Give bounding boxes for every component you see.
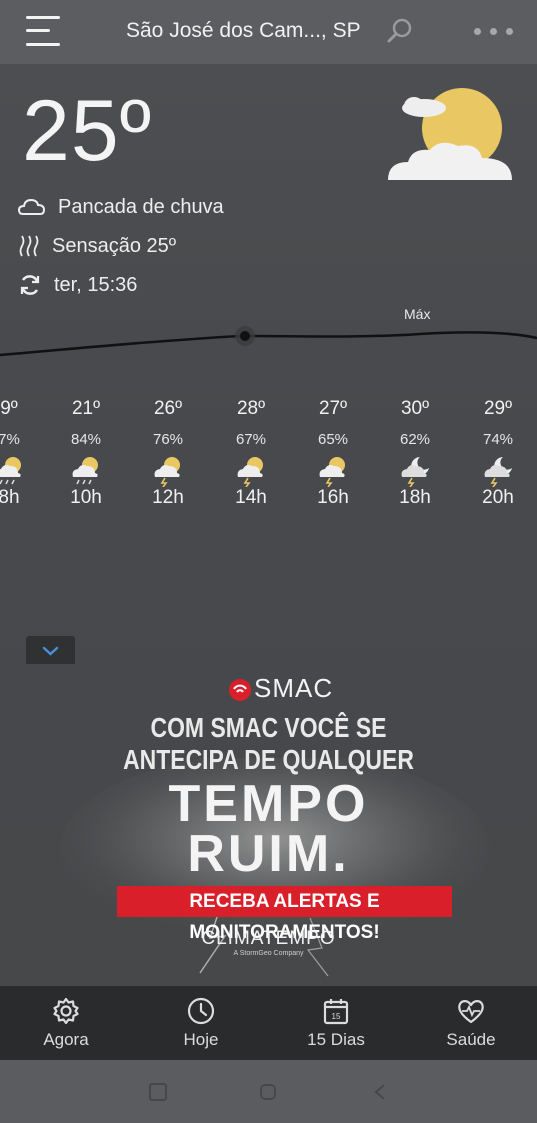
nav-item-hoje[interactable]: Hoje bbox=[151, 986, 251, 1060]
hourly-hour: 8h bbox=[0, 487, 20, 508]
hourly-item[interactable]: 9º 7% 8h bbox=[0, 398, 45, 509]
calendar-badge: 15 bbox=[332, 1012, 341, 1021]
moon-cloud-storm-icon bbox=[401, 457, 429, 487]
refresh-icon[interactable] bbox=[18, 273, 42, 297]
system-nav-bar bbox=[0, 1060, 537, 1123]
feels-like-text: Sensação 25º bbox=[52, 234, 177, 257]
nav-item-saude[interactable]: Saúde bbox=[421, 986, 521, 1060]
nav-item-15-dias[interactable]: 15 15 Dias bbox=[286, 986, 386, 1060]
hourly-temp: 27º bbox=[318, 398, 348, 419]
updated-time: ter, 15:36 bbox=[54, 273, 138, 296]
feels-like-row: Sensação 25º bbox=[18, 234, 176, 258]
ad-brand-name: SMAC bbox=[254, 673, 334, 703]
sun-cloud-storm-icon bbox=[319, 457, 345, 487]
back-icon[interactable] bbox=[368, 1080, 392, 1104]
hourly-item[interactable]: 26º 76% 12h bbox=[132, 398, 204, 509]
hourly-temp: 30º bbox=[400, 398, 430, 419]
city-title[interactable]: São José dos Cam..., SP bbox=[126, 19, 361, 43]
sun-cloud-rain-icon bbox=[72, 457, 98, 485]
nav-label: Saúde bbox=[446, 1030, 496, 1049]
hourly-precip: 67% bbox=[235, 431, 267, 448]
nav-label: Agora bbox=[43, 1030, 89, 1049]
cloud-icon bbox=[18, 198, 46, 215]
hourly-precip: 76% bbox=[152, 431, 184, 448]
partly-cloudy-sun-icon bbox=[388, 88, 512, 180]
expand-button[interactable] bbox=[26, 636, 75, 664]
hourly-hour: 14h bbox=[235, 487, 267, 508]
bottom-navigation: Agora Hoje 15 15 Dias Saúde bbox=[0, 986, 537, 1060]
hourly-precip: 62% bbox=[399, 431, 431, 448]
heart-pulse-icon bbox=[458, 1000, 484, 1024]
condition-text: Pancada de chuva bbox=[58, 195, 224, 218]
clock-icon bbox=[187, 997, 215, 1025]
hourly-temp: 26º bbox=[153, 398, 183, 419]
search-icon[interactable] bbox=[386, 17, 414, 45]
sun-cloud-storm-icon bbox=[154, 457, 180, 487]
ad-headline-2: ANTECIPA DE QUALQUER bbox=[123, 744, 414, 775]
ad-headline-4: RUIM. bbox=[187, 825, 350, 883]
hourly-hour: 16h bbox=[317, 487, 349, 508]
nav-label: Hoje bbox=[183, 1030, 219, 1049]
moon-cloud-storm-icon bbox=[484, 457, 512, 487]
hourly-hour: 10h bbox=[70, 487, 102, 508]
hourly-item[interactable]: 30º 62% 18h bbox=[379, 398, 451, 509]
hourly-item[interactable]: 21º 84% 10h bbox=[50, 398, 122, 509]
recent-apps-icon[interactable] bbox=[146, 1080, 170, 1104]
max-label: Máx bbox=[404, 306, 431, 322]
hourly-hour: 18h bbox=[399, 487, 431, 508]
ad-brand: SMAC bbox=[228, 673, 333, 704]
hourly-hour: 20h bbox=[482, 487, 514, 508]
heat-waves-icon bbox=[19, 235, 39, 257]
condition-row: Pancada de chuva bbox=[18, 195, 224, 219]
hourly-temp: 9º bbox=[0, 398, 18, 419]
hourly-precip: 84% bbox=[70, 431, 102, 448]
smac-logo-icon bbox=[229, 678, 251, 701]
hamburger-menu-icon[interactable] bbox=[26, 14, 62, 48]
calendar-icon: 15 bbox=[323, 999, 349, 1025]
hourly-item[interactable]: 28º 67% 14h bbox=[215, 398, 287, 509]
more-dots-icon[interactable] bbox=[472, 28, 516, 36]
current-temperature: 25º bbox=[22, 83, 153, 179]
climatempo-tagline: A StormGeo Company bbox=[233, 950, 304, 957]
nav-item-agora[interactable]: Agora bbox=[16, 986, 116, 1060]
hourly-precip: 74% bbox=[482, 431, 514, 448]
hourly-temp: 21º bbox=[71, 398, 101, 419]
sun-cloud-storm-icon bbox=[237, 457, 263, 487]
gear-icon bbox=[53, 997, 79, 1025]
climatempo-logo: CLIMATEMPO bbox=[201, 928, 336, 949]
hourly-precip: 7% bbox=[0, 431, 20, 448]
updated-row[interactable]: ter, 15:36 bbox=[18, 273, 137, 297]
hourly-temp: 29º bbox=[483, 398, 513, 419]
sun-cloud-rain-icon bbox=[0, 457, 21, 485]
hourly-item[interactable]: 27º 65% 16h bbox=[297, 398, 369, 509]
hourly-precip: 65% bbox=[317, 431, 349, 448]
nav-label: 15 Dias bbox=[307, 1030, 365, 1049]
hourly-hour: 12h bbox=[152, 487, 184, 508]
hourly-item[interactable]: 29º 74% 20h bbox=[462, 398, 534, 509]
chevron-down-icon bbox=[42, 646, 59, 656]
temperature-curve bbox=[0, 326, 537, 357]
top-app-bar: São José dos Cam..., SP bbox=[0, 0, 537, 64]
ad-headline-1: COM SMAC VOCÊ SE bbox=[150, 712, 387, 743]
home-icon[interactable] bbox=[256, 1080, 280, 1104]
hourly-temp: 28º bbox=[236, 398, 266, 419]
ad-cta-button[interactable]: RECEBA ALERTAS E MONITORAMENTOS! bbox=[117, 886, 452, 943]
